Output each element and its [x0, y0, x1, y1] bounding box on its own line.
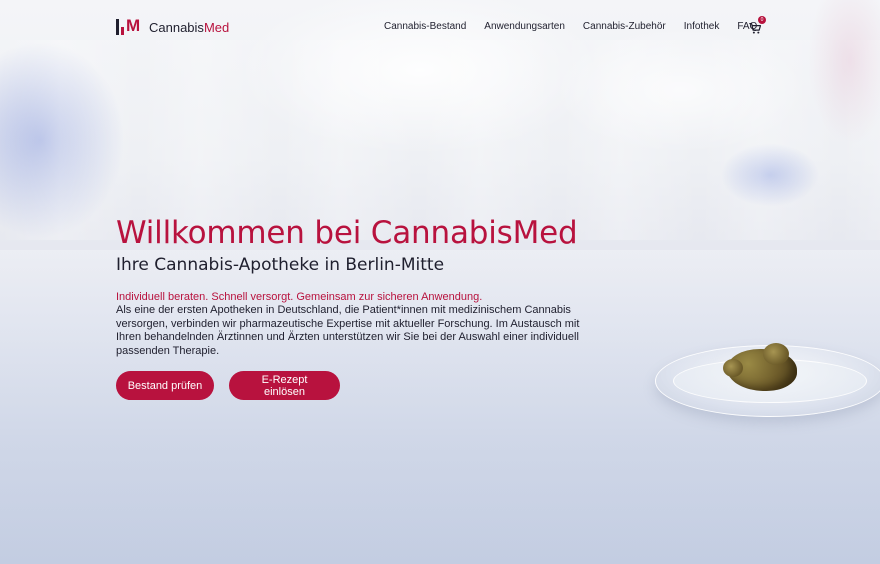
nav-item-cannabis-zubehoer[interactable]: Cannabis-Zubehör — [583, 21, 666, 32]
redeem-e-prescription-button[interactable]: E-Rezept einlösen — [229, 371, 340, 400]
brand-name-part1: Cannabis — [149, 19, 204, 35]
site-header: M CannabisMed Cannabis-Bestand Anwendung… — [0, 0, 880, 54]
check-stock-button[interactable]: Bestand prüfen — [116, 371, 214, 400]
hero-tagline: Individuell beraten. Schnell versorgt. G… — [116, 291, 483, 303]
brand-name-part2: Med — [203, 19, 230, 35]
cart-icon — [749, 23, 762, 34]
hero-buttons: Bestand prüfen E-Rezept einlösen — [116, 371, 340, 400]
cannabis-bud-image — [723, 343, 797, 391]
cart-button[interactable]: 0 — [749, 16, 766, 34]
cart-count-badge: 0 — [758, 16, 766, 24]
brand-logo[interactable]: M CannabisMed — [116, 17, 229, 35]
nav-item-cannabis-bestand[interactable]: Cannabis-Bestand — [384, 21, 466, 32]
brand-name: CannabisMed — [149, 20, 229, 35]
hero-description: Als eine der ersten Apotheken in Deutsch… — [116, 304, 580, 357]
petri-dish-image — [655, 343, 880, 425]
hero-section: Willkommen bei CannabisMed Ihre Cannabis… — [116, 214, 596, 358]
hero-subtitle: Ihre Cannabis-Apotheke in Berlin-Mitte — [116, 255, 445, 275]
nav-item-infothek[interactable]: Infothek — [684, 21, 720, 32]
nav-item-anwendungsarten[interactable]: Anwendungsarten — [484, 21, 565, 32]
hero-title: Willkommen bei CannabisMed — [116, 215, 578, 251]
logo-mark-icon: M — [116, 17, 141, 35]
main-navigation: Cannabis-Bestand Anwendungsarten Cannabi… — [384, 21, 775, 32]
